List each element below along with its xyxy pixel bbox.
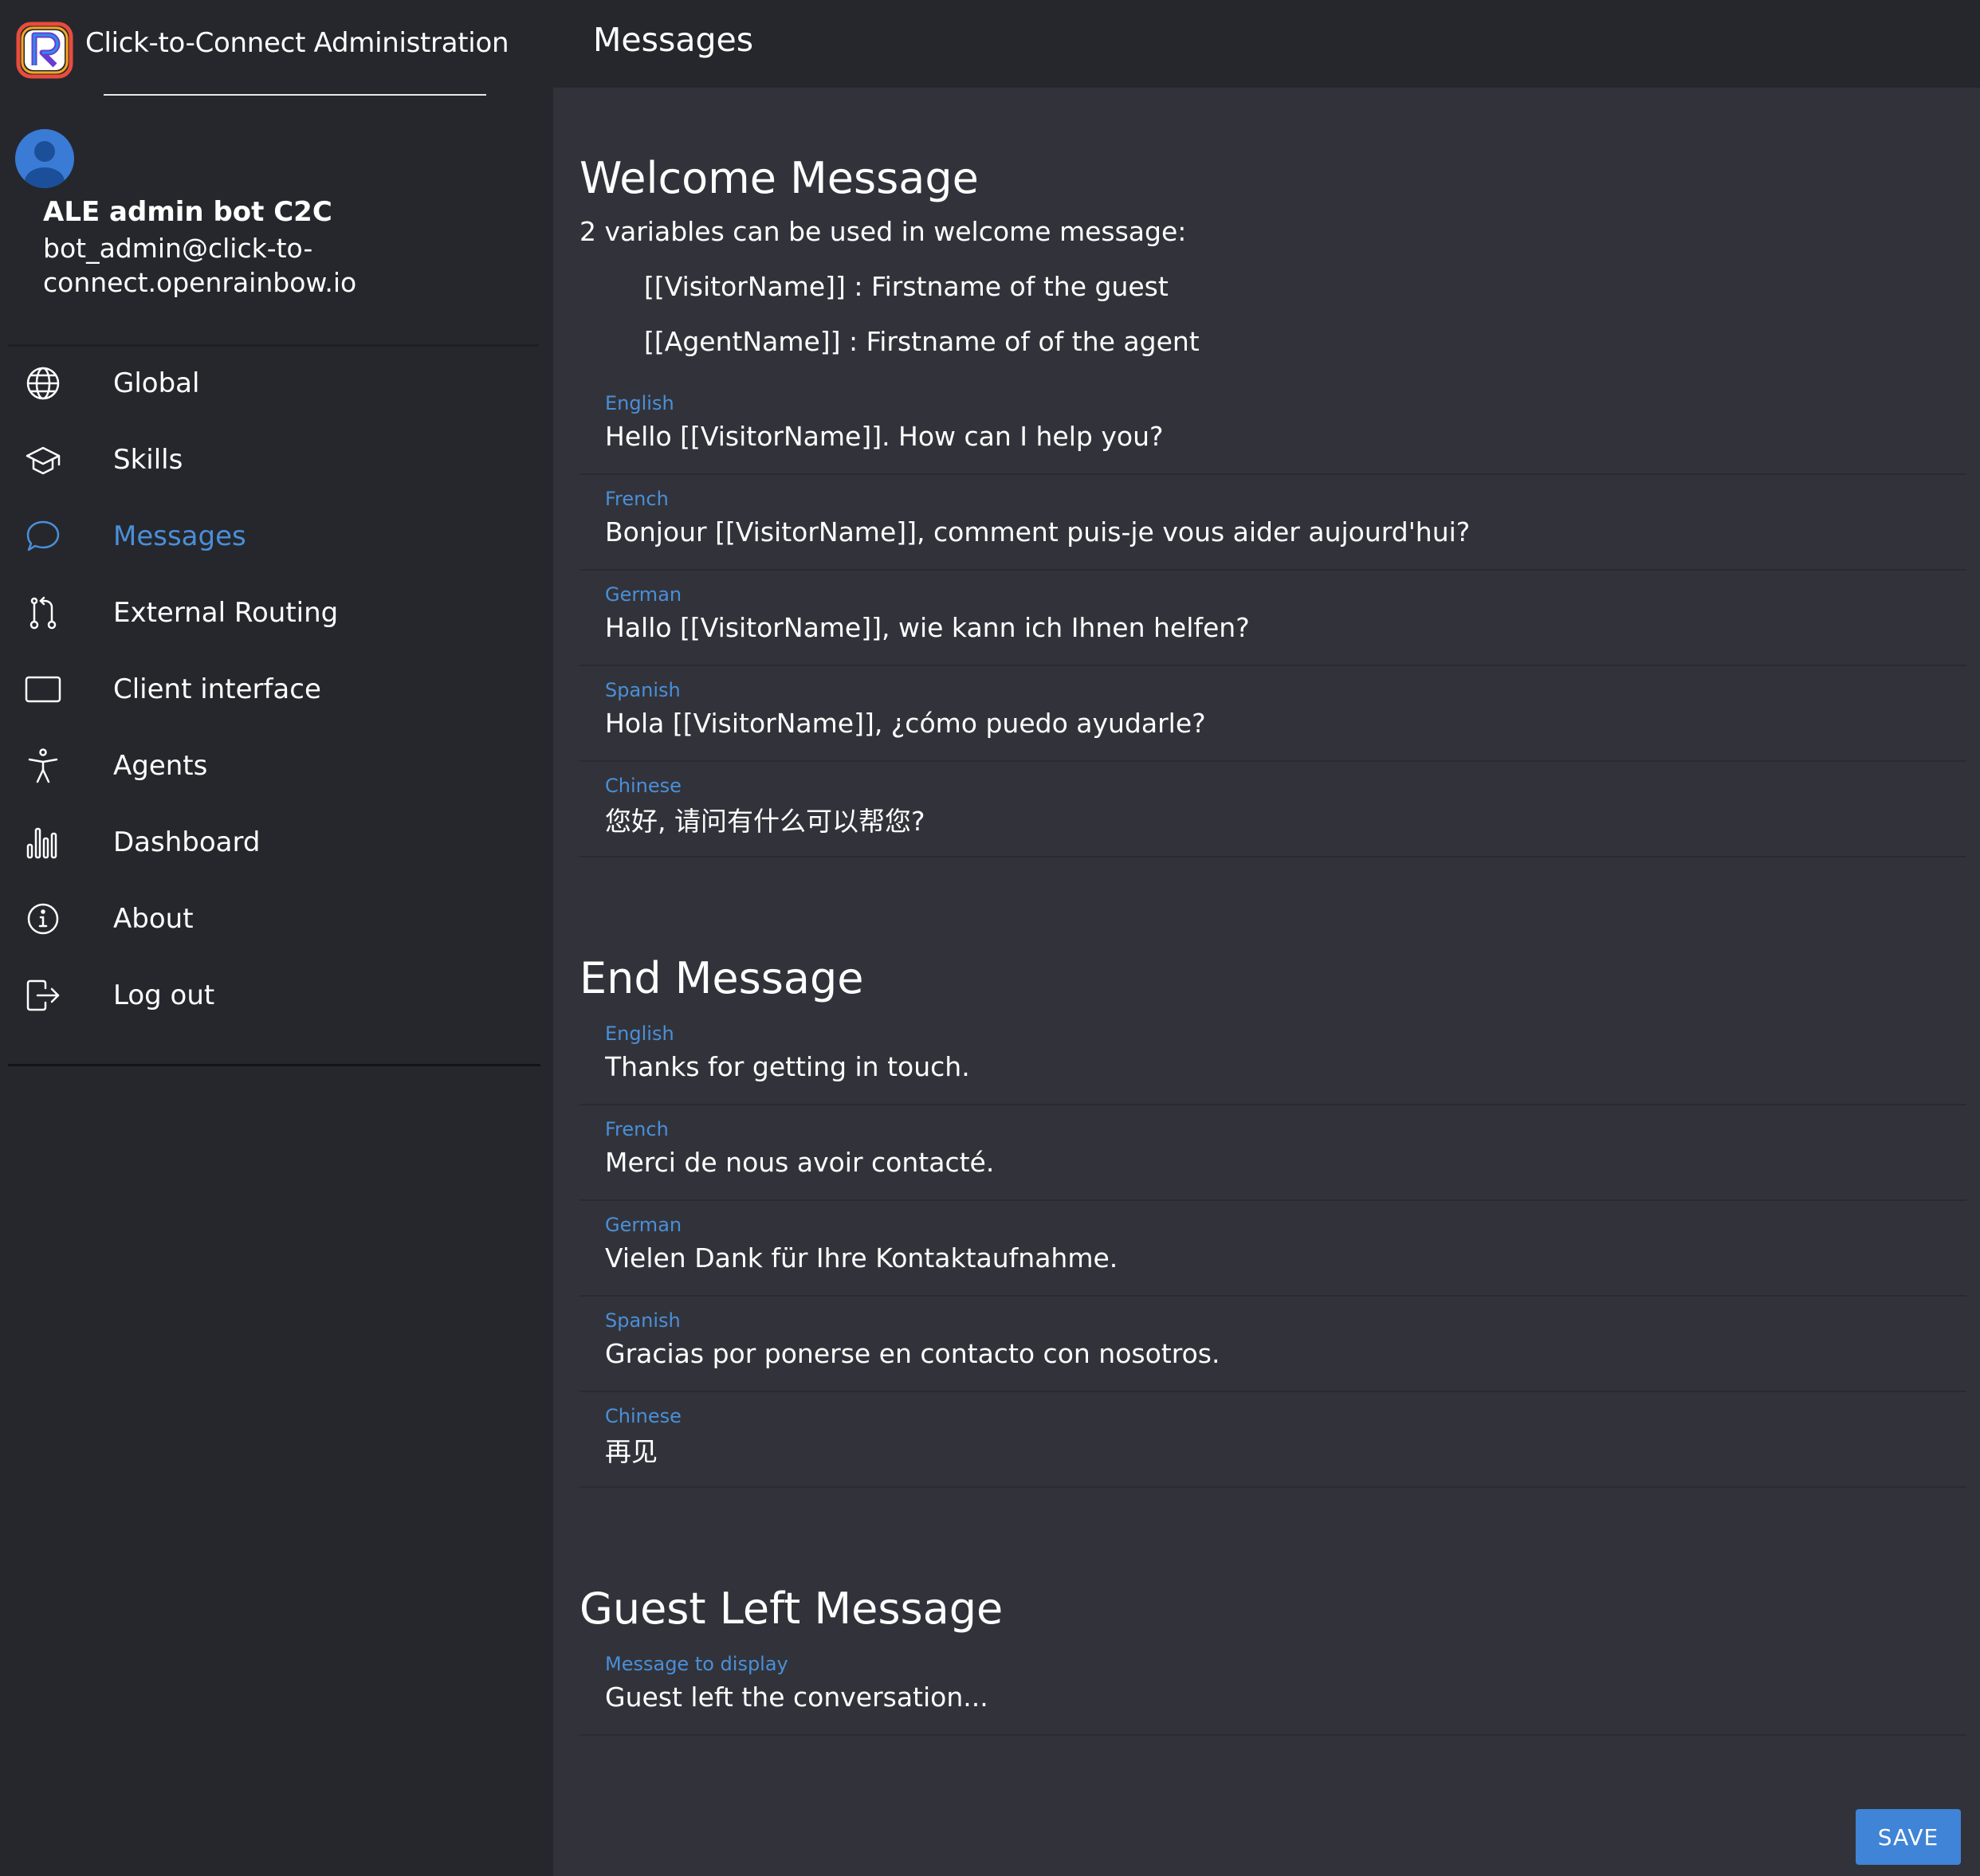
sidebar-item-client-interface[interactable]: Client interface [0,651,553,728]
info-circle-icon [22,897,65,940]
welcome-fields: English French German Spanish Chinese [579,379,1966,858]
divider [8,1064,540,1066]
end-french-input[interactable] [605,1147,1944,1178]
field-label: Spanish [605,1309,681,1332]
sidebar-item-logout[interactable]: Log out [0,957,553,1034]
end-english-input[interactable] [605,1051,1944,1082]
sidebar-item-label: About [113,903,194,935]
welcome-help-text: 2 variables can be used in welcome messa… [579,216,1187,247]
graduation-cap-icon [22,438,65,481]
field-label: French [605,1118,669,1140]
end-german-field: German [579,1201,1966,1297]
sidebar-item-messages[interactable]: Messages [0,498,553,575]
field-label: English [605,392,674,414]
app-title: Click-to-Connect Administration [85,27,509,59]
sidebar: Click-to-Connect Administration ALE admi… [0,0,553,1876]
welcome-german-input[interactable] [605,612,1944,643]
end-german-input[interactable] [605,1242,1944,1274]
welcome-english-field: English [579,379,1966,475]
end-chinese-field: Chinese [579,1392,1966,1488]
main-content: Messages Welcome Message 2 variables can… [553,0,1980,1876]
welcome-french-input[interactable] [605,516,1944,547]
welcome-spanish-input[interactable] [605,708,1944,739]
end-chinese-input[interactable] [605,1434,1944,1465]
brand [15,20,74,80]
page-title: Messages [593,21,754,59]
variable-agent-name: [[AgentName]] : Firstname of of the agen… [644,326,1200,357]
user-email: bot_admin@click-to-connect.openrainbow.i… [43,233,357,298]
end-spanish-field: Spanish [579,1297,1966,1392]
save-button[interactable]: SAVE [1856,1809,1961,1865]
guest-left-section-title: Guest Left Message [579,1584,1004,1634]
field-label: Chinese [605,775,682,797]
routing-icon [22,591,65,634]
end-spanish-input[interactable] [605,1338,1944,1369]
guest-left-message-field: Message to display [579,1640,1966,1736]
welcome-chinese-input[interactable] [605,803,1944,834]
sidebar-item-skills[interactable]: Skills [0,422,553,498]
guest-left-message-input[interactable] [605,1682,1944,1713]
end-french-field: French [579,1105,1966,1201]
field-label: German [605,1214,682,1236]
field-label: English [605,1022,674,1045]
welcome-spanish-field: Spanish [579,666,1966,762]
top-bar: Messages [553,0,1980,88]
sidebar-item-agents[interactable]: Agents [0,728,553,804]
field-label: French [605,488,669,510]
welcome-section-title: Welcome Message [579,153,979,203]
welcome-french-field: French [579,475,1966,571]
rainbow-logo [16,22,73,79]
sidebar-item-label: Messages [113,520,246,552]
welcome-chinese-field: Chinese [579,762,1966,858]
accessibility-person-icon [22,744,65,787]
sidebar-item-global[interactable]: Global [0,345,553,422]
sidebar-nav: Global Skills Messages External Routing [0,345,553,1034]
field-label: German [605,583,682,606]
chat-bubble-icon [22,515,65,558]
sidebar-item-label: Dashboard [113,826,261,858]
welcome-german-field: German [579,571,1966,666]
end-section-title: End Message [579,953,864,1003]
sidebar-item-label: Client interface [113,673,321,705]
guest-left-fields: Message to display [579,1640,1966,1736]
variable-visitor-name: [[VisitorName]] : Firstname of the guest [644,271,1169,302]
sidebar-item-label: Skills [113,444,183,476]
title-underline [104,94,486,96]
field-label: Spanish [605,679,681,701]
globe-icon [22,362,65,405]
logout-icon [22,974,65,1017]
messages-form: Welcome Message 2 variables can be used … [579,88,1966,1736]
welcome-english-input[interactable] [605,421,1944,452]
field-label: Message to display [605,1653,788,1675]
sidebar-item-about[interactable]: About [0,881,553,957]
sidebar-item-external-routing[interactable]: External Routing [0,575,553,651]
field-label: Chinese [605,1405,682,1427]
user-avatar-icon [25,141,65,188]
sidebar-item-dashboard[interactable]: Dashboard [0,804,553,881]
user-name: ALE admin bot C2C [43,196,332,228]
avatar[interactable] [15,129,74,188]
sidebar-item-label: Agents [113,750,208,782]
end-english-field: English [579,1010,1966,1105]
rectangle-icon [22,668,65,711]
bar-chart-icon [22,821,65,864]
sidebar-item-label: Global [113,367,200,399]
end-fields: English French German Spanish Chinese [579,1010,1966,1488]
sidebar-item-label: Log out [113,979,215,1011]
sidebar-item-label: External Routing [113,597,339,629]
